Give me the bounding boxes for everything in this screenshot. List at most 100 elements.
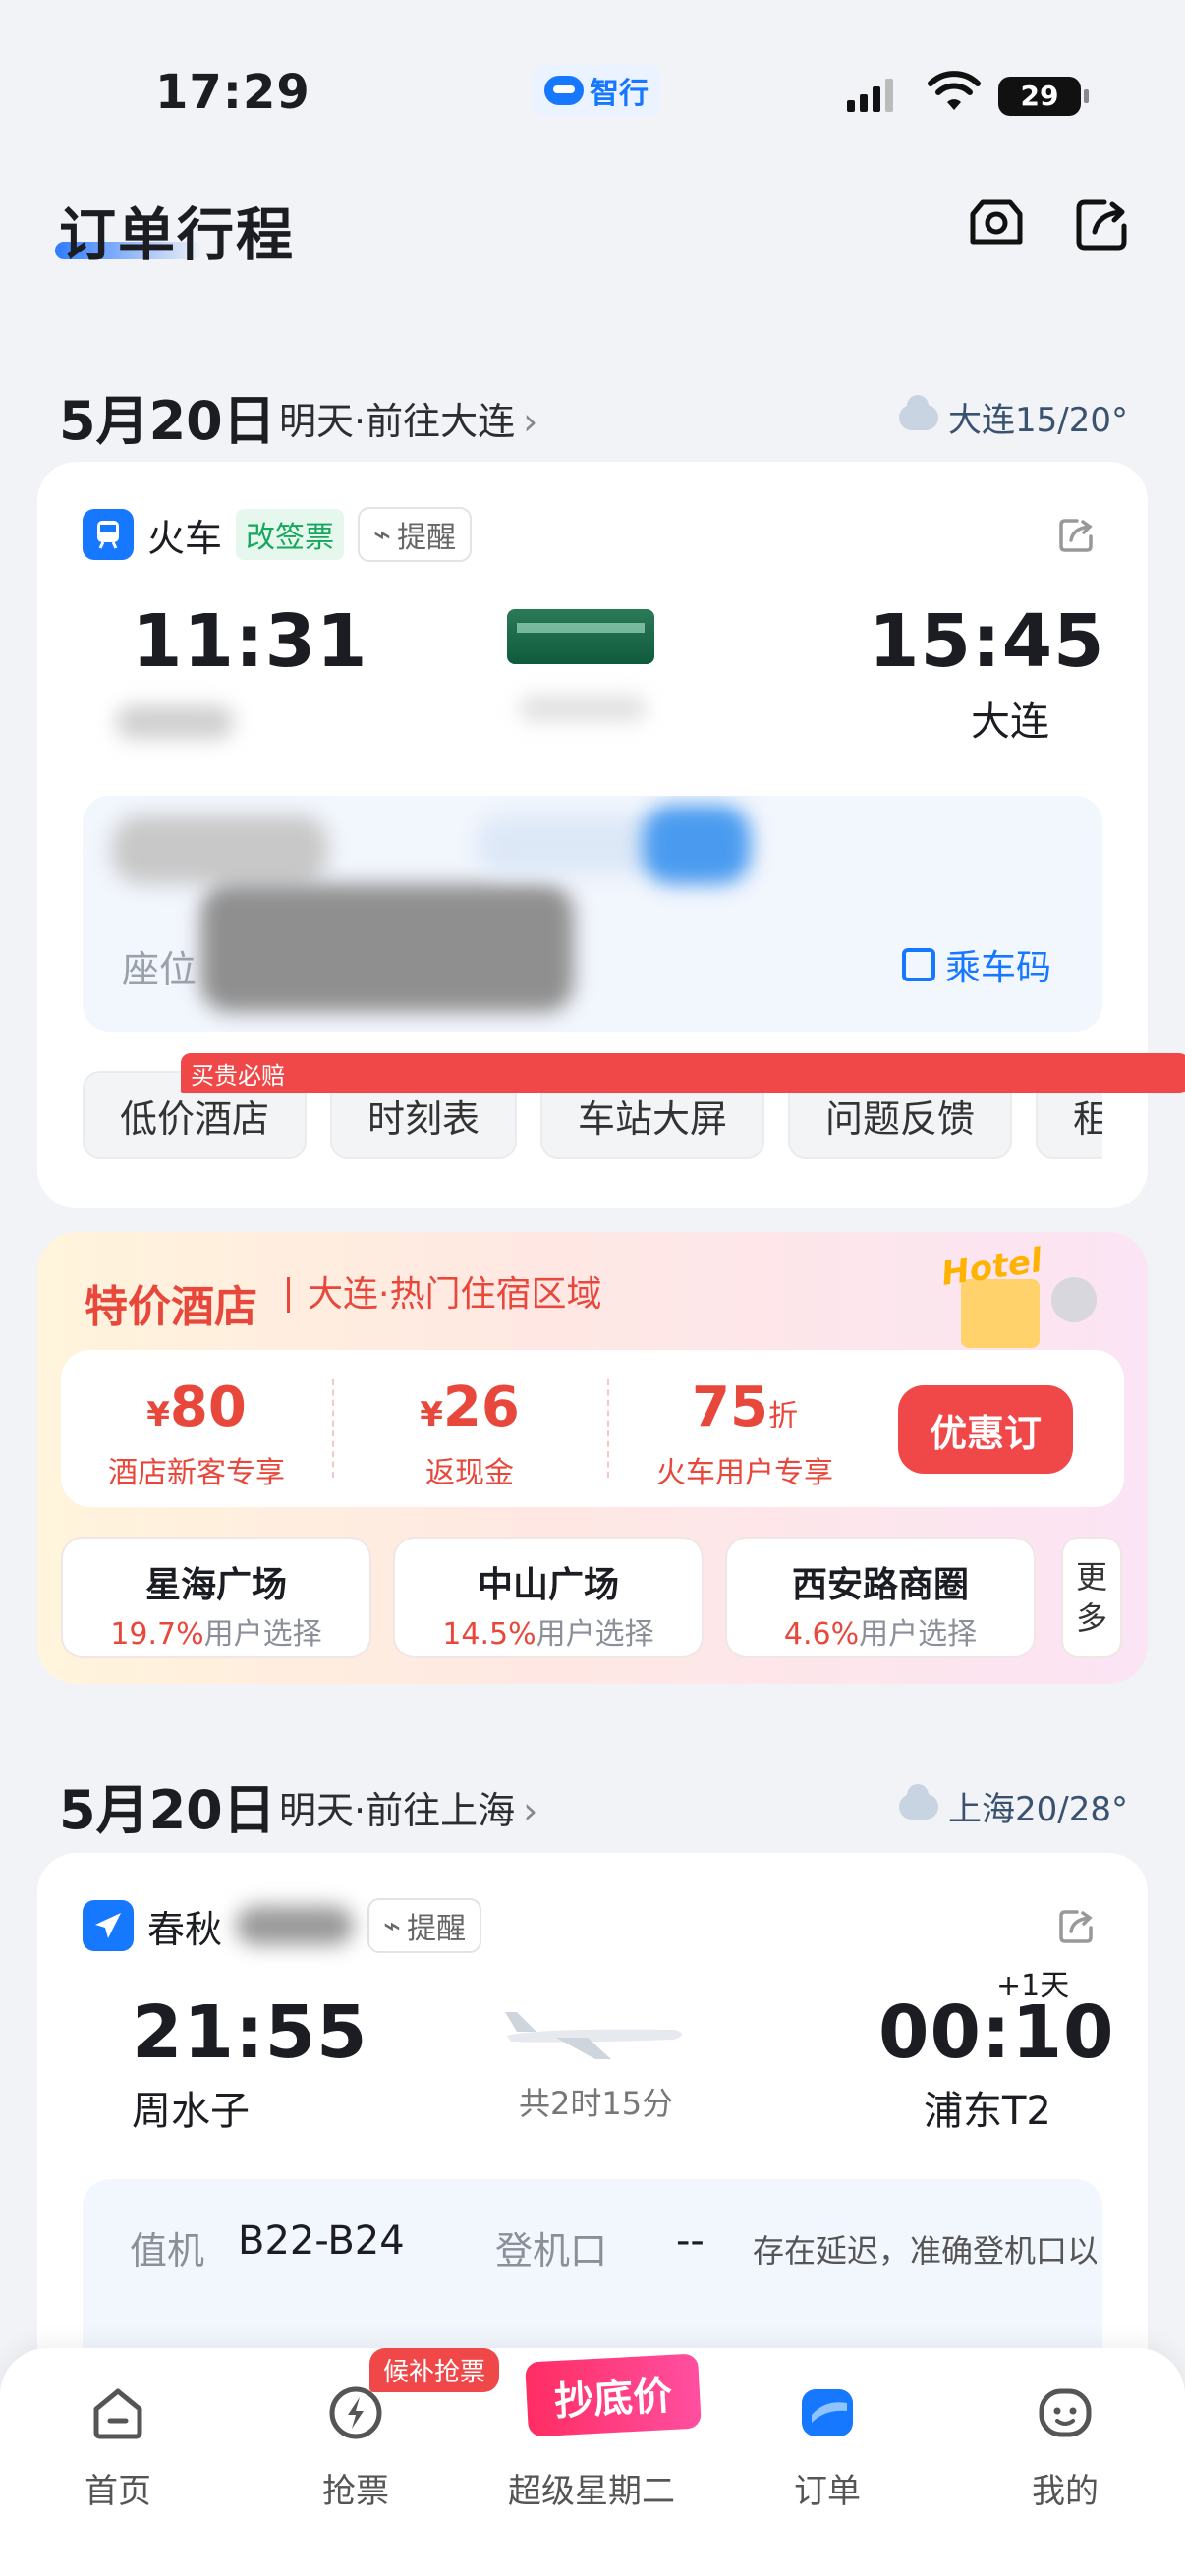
area-item[interactable]: 星海广场 19.7%用户选择 [61, 1537, 371, 1658]
status-time: 17:29 [155, 65, 310, 120]
remind-button[interactable]: ⌁ 提醒 [358, 507, 473, 562]
train-order-card[interactable]: 火车 改签票 ⌁ 提醒 11:31 15:45 大连 座位 乘车码 低价酒店 时… [37, 462, 1148, 1208]
waitlist-badge: 候补抢票 [369, 2348, 500, 2392]
hotel-promo-card[interactable]: 特价酒店 大连·热门住宿区域 Hotel ¥80 酒店新客专享 ¥26 返现金 … [37, 1232, 1148, 1684]
tab-label: 订单 [794, 2472, 861, 2511]
chip-label: 时刻表 [367, 1096, 480, 1141]
chevron-right-icon: › [523, 400, 538, 443]
discount-book-button[interactable]: 优惠订 [898, 1385, 1073, 1474]
page-title: 订单行程 [59, 201, 296, 268]
area-name: 西安路商圈 [791, 1565, 969, 1605]
calendar-bell-icon: ⌁ [373, 517, 392, 552]
tab-grab-ticket[interactable]: 抢票 [257, 2370, 454, 2537]
checkin-counter: B22-B24 [238, 2218, 405, 2264]
offer-new-customer[interactable]: ¥80 酒店新客专享 [61, 1350, 332, 1507]
redacted-seat [200, 884, 574, 1012]
app-logo-icon [544, 76, 584, 105]
remind-button[interactable]: ⌁ 提醒 [367, 1898, 482, 1953]
card-share-icon[interactable] [1055, 1906, 1097, 1947]
weather-info: 大连15/20° [899, 393, 1128, 441]
ride-code-button[interactable]: 乘车码 [901, 939, 1051, 990]
redacted-depart-station [116, 705, 234, 739]
bargain-price-logo[interactable]: 抄底价 [525, 2353, 702, 2437]
depart-time: 11:31 [132, 599, 368, 684]
redacted-highlight [643, 806, 751, 884]
card-header: 春秋 ⌁ 提醒 [83, 1898, 482, 1953]
trip-date-line[interactable]: 5月20日 明天·前往上海 › 上海20/28° [0, 1759, 1185, 1841]
tab-label: 超级星期二 [508, 2472, 675, 2511]
trip-date: 5月20日 [59, 390, 276, 452]
scan-icon[interactable] [965, 193, 1028, 255]
ride-code-label: 乘车码 [944, 948, 1051, 988]
redacted-train-number [519, 696, 647, 721]
arrive-airport: 浦东T2 [924, 2089, 1051, 2134]
rebooked-ticket-tag: 改签票 [236, 509, 345, 560]
qr-code-icon [901, 948, 935, 981]
tab-mine[interactable]: 我的 [967, 2370, 1163, 2537]
wifi-icon [928, 71, 981, 110]
area-percent: 4.6%用户选择 [783, 1617, 978, 1652]
checkin-label: 值机 [130, 2229, 205, 2272]
seat-label: 座位 [122, 948, 198, 991]
arrive-time: 00:10 [878, 1990, 1115, 2075]
price-guarantee-badge: 买贵必赔 [181, 1053, 1185, 1093]
share-icon[interactable] [1071, 193, 1134, 255]
tab-label: 抢票 [322, 2472, 389, 2511]
airline-name: 春秋 [147, 1907, 223, 1951]
remind-label: 提醒 [397, 521, 457, 555]
area-name: 星海广场 [144, 1565, 287, 1605]
redacted-carriage [112, 815, 328, 884]
offer-cashback[interactable]: ¥26 返现金 [332, 1350, 607, 1507]
area-item[interactable]: 中山广场 14.5%用户选择 [393, 1537, 704, 1658]
redacted-flight-number [236, 1906, 355, 1945]
rain-cloud-icon [899, 394, 939, 430]
train-image [507, 609, 654, 664]
offer-train-user[interactable]: 75折 火车用户专享 [607, 1350, 882, 1507]
trip-destination-link[interactable]: 明天·前往大连 › [279, 391, 537, 445]
trip-destination: 明天·前往大连 [279, 400, 516, 443]
flight-duration: 共2时15分 [519, 2085, 674, 2122]
area-percent: 14.5%用户选择 [442, 1617, 654, 1652]
more-areas-button[interactable]: 更多 [1061, 1537, 1122, 1658]
depart-airport: 周水子 [132, 2089, 250, 2134]
status-bar: 17:29 智行 29 [0, 0, 1185, 177]
chip-label: 问题反馈 [825, 1096, 976, 1141]
tab-label: 我的 [1032, 2472, 1099, 2511]
hotel-promo-subtitle: 大连·热门住宿区域 [287, 1277, 601, 1313]
airplane-image [505, 2012, 682, 2059]
offer-amount: ¥26 [420, 1375, 520, 1439]
chip-label: 租 [1073, 1096, 1102, 1141]
trip-date-line[interactable]: 5月20日 明天·前往大连 › 大连15/20° [0, 369, 1185, 452]
active-app-name: 智行 [590, 77, 649, 111]
offer-desc: 酒店新客专享 [108, 1456, 285, 1490]
chip-label: 车站大屏 [578, 1096, 728, 1141]
offer-desc: 火车用户专享 [656, 1456, 833, 1490]
hotel-promo-title: 特价酒店 [85, 1282, 257, 1332]
orders-icon [802, 2389, 853, 2436]
offer-amount: 75折 [692, 1375, 798, 1439]
calendar-bell-icon: ⌁ [383, 1908, 402, 1943]
trip-destination-link[interactable]: 明天·前往上海 › [279, 1780, 537, 1834]
area-percent: 19.7%用户选择 [110, 1617, 322, 1652]
arrive-time: 15:45 [869, 599, 1105, 684]
page-header: 订单行程 [0, 177, 1185, 295]
tab-label: 首页 [85, 2472, 151, 2511]
gate-delay-note: 存在延迟，准确登机口以 [753, 2232, 1097, 2269]
offer-row: ¥80 酒店新客专享 ¥26 返现金 75折 火车用户专享 优惠订 [61, 1350, 1124, 1507]
chevron-right-icon: › [523, 1789, 538, 1832]
cellular-signal-icon [847, 77, 893, 112]
hotel-area-row: 星海广场 19.7%用户选择 中山广场 14.5%用户选择 西安路商圈 4.6%… [61, 1537, 1124, 1658]
arrive-city: 大连 [971, 700, 1049, 745]
card-header: 火车 改签票 ⌁ 提醒 [83, 507, 473, 562]
active-app-indicator[interactable]: 智行 [533, 65, 660, 116]
area-item[interactable]: 西安路商圈 4.6%用户选择 [725, 1537, 1036, 1658]
profile-face-icon [1039, 2388, 1092, 2437]
close-icon[interactable] [1051, 1277, 1097, 1322]
tab-home[interactable]: 首页 [20, 2370, 216, 2537]
weather-info: 上海20/28° [899, 1782, 1128, 1830]
boarding-info-box: 值机 B22-B24 登机口 -- 存在延迟，准确登机口以 [83, 2179, 1102, 2376]
tab-orders[interactable]: 订单 [729, 2370, 926, 2537]
card-share-icon[interactable] [1055, 515, 1097, 556]
seat-info-box: 座位 乘车码 [83, 796, 1102, 1032]
chip-label: 低价酒店 [120, 1096, 270, 1141]
